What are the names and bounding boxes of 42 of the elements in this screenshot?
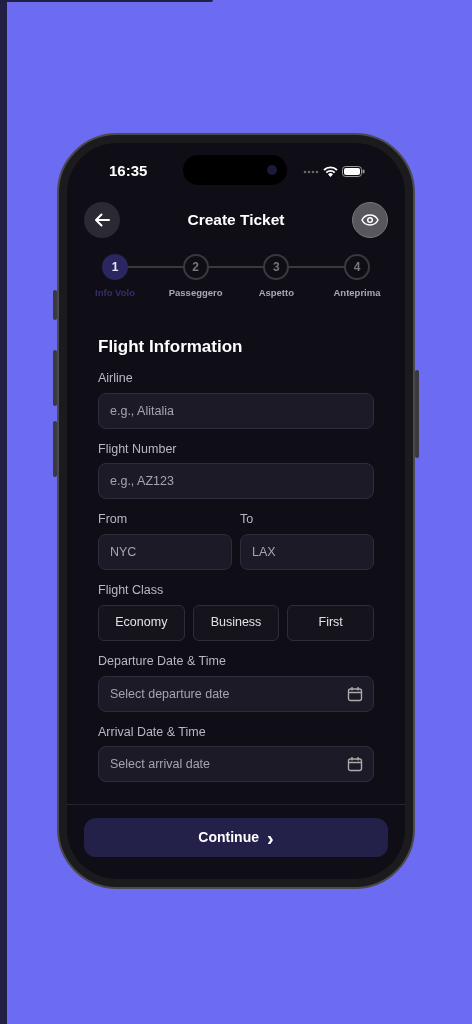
calendar-icon: [347, 756, 363, 773]
screen-title: Create Ticket: [187, 210, 285, 231]
step-tab[interactable]: 1 Info Volo: [75, 254, 155, 301]
class-option[interactable]: Business: [192, 604, 280, 641]
class-option[interactable]: First: [287, 604, 374, 641]
step-label: Aspetto: [258, 286, 294, 300]
signal-icon: [303, 169, 319, 174]
preview-button[interactable]: [352, 202, 388, 238]
step-label: Passeggero: [168, 286, 223, 300]
field-label: Departure Date & Time: [98, 652, 227, 670]
wifi-icon: [323, 166, 338, 177]
date-field[interactable]: Select departure date: [98, 675, 374, 712]
step-tab[interactable]: 3 Aspetto: [236, 254, 317, 301]
eye-icon: [361, 214, 379, 226]
step-number: 4: [343, 254, 370, 280]
back-button[interactable]: [84, 202, 120, 238]
camera-icon: [267, 165, 277, 175]
step-number: 3: [263, 254, 290, 280]
field-label: Flight Class: [98, 582, 165, 599]
field-label: Flight Number: [98, 440, 178, 458]
input-field[interactable]: e.g., AZ123: [98, 463, 374, 500]
field-label: From: [98, 511, 129, 529]
step-number: 2: [182, 254, 209, 280]
status-time: 16:35: [109, 161, 148, 182]
input-field[interactable]: e.g., Alitalia: [98, 392, 374, 429]
continue-button[interactable]: Continue ›: [84, 818, 388, 857]
arrow-left-icon: [94, 213, 110, 227]
step-number: 1: [102, 254, 128, 280]
input-field[interactable]: LAX: [240, 534, 374, 570]
date-field[interactable]: Select arrival date: [98, 746, 374, 783]
field-label: To: [240, 511, 255, 529]
section-title: Flight Information: [98, 336, 244, 359]
field-label: Airline: [98, 369, 134, 387]
class-option[interactable]: Economy: [98, 604, 185, 641]
step-label: Anteprima: [333, 286, 381, 300]
step-tab[interactable]: 2 Passeggero: [155, 254, 236, 301]
step-tab[interactable]: 4 Anteprima: [316, 254, 397, 301]
battery-icon: [342, 166, 365, 177]
input-field[interactable]: NYC: [98, 534, 232, 570]
field-label: Arrival Date & Time: [98, 723, 207, 741]
calendar-icon: [347, 685, 363, 702]
step-label: Info Volo: [95, 286, 135, 300]
